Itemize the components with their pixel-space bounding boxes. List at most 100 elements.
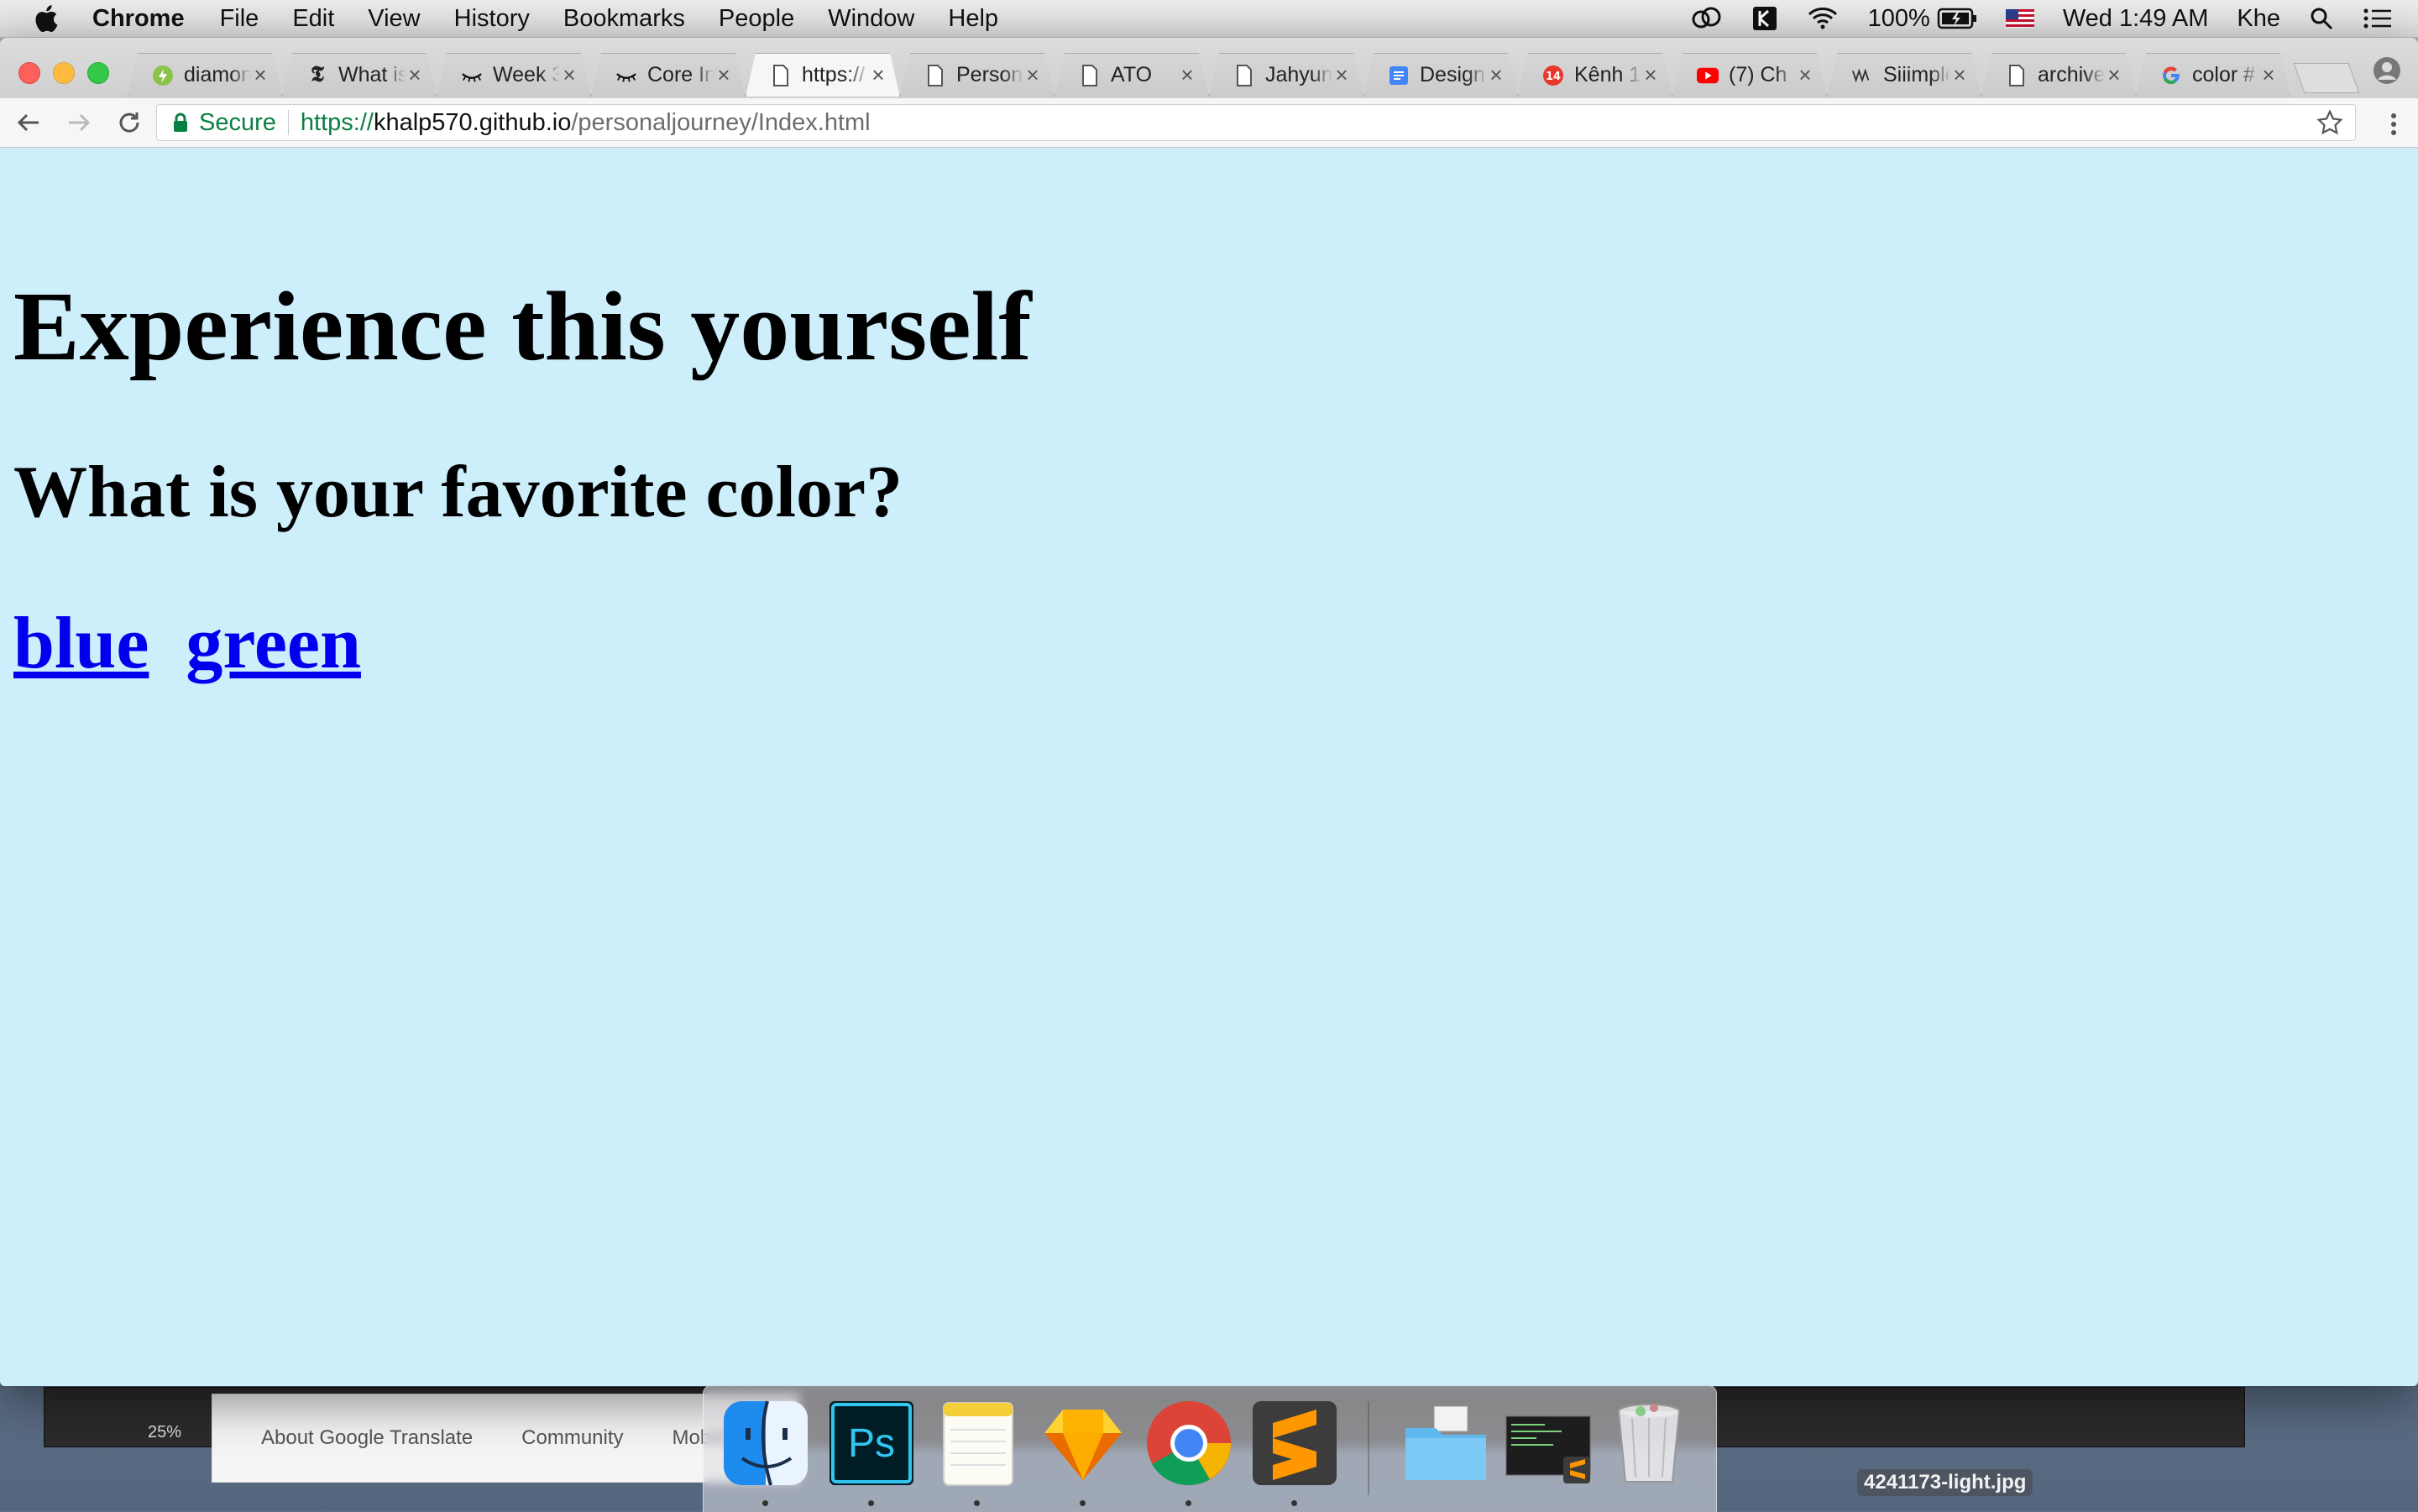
window-close-button[interactable]	[18, 62, 40, 84]
wifi-icon[interactable]	[1806, 6, 1840, 31]
window-minimize-button[interactable]	[53, 62, 75, 84]
tab-list: diamond × 𝕿 What is × Week 3 × Core In ×…	[128, 53, 2360, 98]
tab-close-icon[interactable]: ×	[406, 62, 424, 88]
tab-close-icon[interactable]: ×	[1796, 62, 1814, 88]
tab-label: color #	[2192, 63, 2256, 86]
tab-close-icon[interactable]: ×	[560, 62, 578, 88]
sublime-text-icon[interactable]	[1249, 1398, 1340, 1488]
tab-label: Week 3	[493, 63, 560, 86]
new-tab-button[interactable]	[2293, 63, 2360, 93]
tab-close-icon[interactable]: ×	[1487, 62, 1505, 88]
tab-2[interactable]: 𝕿 What is ×	[282, 53, 437, 97]
tab-13[interactable]: archive ×	[1981, 53, 2136, 97]
battery-charging-icon[interactable]	[1937, 7, 1977, 30]
notification-center-icon[interactable]	[2363, 6, 2393, 31]
creative-cloud-icon[interactable]	[1690, 6, 1724, 31]
tab-close-icon[interactable]: ×	[1950, 62, 1969, 88]
tab-9[interactable]: Design ×	[1363, 53, 1518, 97]
tab-5-active[interactable]: https:// ×	[746, 53, 900, 97]
tab-8[interactable]: Jahyun ×	[1209, 53, 1363, 97]
green-link[interactable]: green	[186, 603, 361, 684]
tab-11[interactable]: (7) Ch ×	[1672, 53, 1827, 97]
chrome-running-dot	[1185, 1500, 1191, 1506]
tab-close-icon[interactable]: ×	[1178, 62, 1196, 88]
reload-icon	[119, 112, 139, 133]
google-icon	[2160, 65, 2182, 86]
url-host: khalp570.github.io	[373, 108, 572, 136]
svg-text:14: 14	[1546, 71, 1561, 83]
tab-close-icon[interactable]: ×	[251, 62, 270, 88]
tab-close-icon[interactable]: ×	[1641, 62, 1660, 88]
eye-lashes-icon	[461, 65, 483, 86]
battery-percent[interactable]: 100%	[1868, 5, 1930, 33]
green-leaf-icon	[152, 65, 174, 86]
tab-close-icon[interactable]: ×	[869, 62, 887, 88]
profile-avatar-icon[interactable]	[2373, 56, 2401, 85]
menu-bookmarks[interactable]: Bookmarks	[563, 5, 685, 33]
tab-7[interactable]: ATO ×	[1055, 53, 1209, 97]
menu-window[interactable]: Window	[828, 5, 914, 33]
menu-view[interactable]: View	[368, 5, 420, 33]
footer-link-about[interactable]: About Google Translate	[261, 1426, 473, 1450]
us-flag-input-icon[interactable]	[2005, 9, 2034, 28]
menubar-clock[interactable]: Wed 1:49 AM	[2063, 5, 2209, 33]
tab-14[interactable]: color # ×	[2136, 53, 2290, 97]
tab-label: https://	[802, 63, 866, 86]
bookmark-star-icon[interactable]	[2316, 109, 2343, 136]
notes-running-dot	[974, 1500, 980, 1506]
tab-label: Jahyun	[1265, 63, 1332, 86]
forward-arrow-icon	[69, 113, 91, 132]
menubar-user[interactable]: Khe	[2237, 5, 2280, 33]
tab-strip: diamond × 𝕿 What is × Week 3 × Core In ×…	[0, 38, 2418, 98]
app-status-icon[interactable]	[1752, 6, 1777, 31]
reload-button[interactable]	[107, 101, 151, 144]
finder-icon[interactable]	[720, 1398, 811, 1488]
tab-12[interactable]: Siiimple ×	[1827, 53, 1981, 97]
tab-label: Kênh 14	[1574, 63, 1641, 86]
tab-6[interactable]: Persona ×	[900, 53, 1055, 97]
menu-history[interactable]: History	[454, 5, 530, 33]
forward-button[interactable]	[57, 101, 101, 144]
sketch-icon[interactable]	[1038, 1398, 1128, 1488]
screenshot-stack-icon[interactable]	[1503, 1398, 1594, 1488]
chrome-icon[interactable]	[1144, 1398, 1234, 1488]
page-heading: Experience this yourself	[13, 271, 1032, 381]
lock-icon[interactable]	[169, 111, 192, 134]
back-button[interactable]	[7, 101, 50, 144]
menu-app-chrome[interactable]: Chrome	[92, 5, 185, 33]
menu-file[interactable]: File	[220, 5, 259, 33]
photoshop-icon[interactable]: Ps	[826, 1398, 917, 1488]
apple-icon[interactable]	[32, 3, 64, 34]
eye-lashes-icon	[615, 65, 637, 86]
footer-link-community[interactable]: Community	[521, 1426, 623, 1450]
tab-1[interactable]: diamond ×	[128, 53, 282, 97]
tab-label: Persona	[956, 63, 1023, 86]
tab-close-icon[interactable]: ×	[2259, 62, 2278, 88]
macos-menubar: Chrome File Edit View History Bookmarks …	[0, 0, 2418, 38]
url-scheme: https://	[300, 108, 374, 136]
address-bar[interactable]: Secure https://khalp570.github.io/person…	[156, 104, 2356, 141]
youtube-icon	[1697, 65, 1719, 86]
menu-edit[interactable]: Edit	[292, 5, 334, 33]
browser-toolbar: Secure https://khalp570.github.io/person…	[0, 98, 2418, 148]
chrome-window: diamond × 𝕿 What is × Week 3 × Core In ×…	[0, 38, 2418, 1386]
tab-close-icon[interactable]: ×	[1023, 62, 1042, 88]
more-menu-icon[interactable]	[2381, 112, 2406, 137]
notes-icon[interactable]	[932, 1398, 1023, 1488]
macos-dock: Ps	[703, 1385, 1717, 1512]
secure-label[interactable]: Secure	[199, 109, 276, 137]
trash-icon[interactable]	[1604, 1398, 1694, 1488]
tab-close-icon[interactable]: ×	[2105, 62, 2123, 88]
menu-people[interactable]: People	[719, 5, 794, 33]
tab-close-icon[interactable]: ×	[1332, 62, 1351, 88]
tab-10[interactable]: 14 Kênh 14 ×	[1518, 53, 1672, 97]
blue-link[interactable]: blue	[13, 603, 149, 684]
desktop-file-label[interactable]: 4241173-light.jpg	[1857, 1469, 2033, 1496]
folder-stack-icon[interactable]	[1400, 1398, 1491, 1488]
spotlight-search-icon[interactable]	[2309, 6, 2334, 31]
tab-3[interactable]: Week 3 ×	[437, 53, 591, 97]
menu-help[interactable]: Help	[948, 5, 998, 33]
tab-4[interactable]: Core In ×	[591, 53, 746, 97]
tab-close-icon[interactable]: ×	[714, 62, 733, 88]
window-maximize-button[interactable]	[87, 62, 109, 84]
